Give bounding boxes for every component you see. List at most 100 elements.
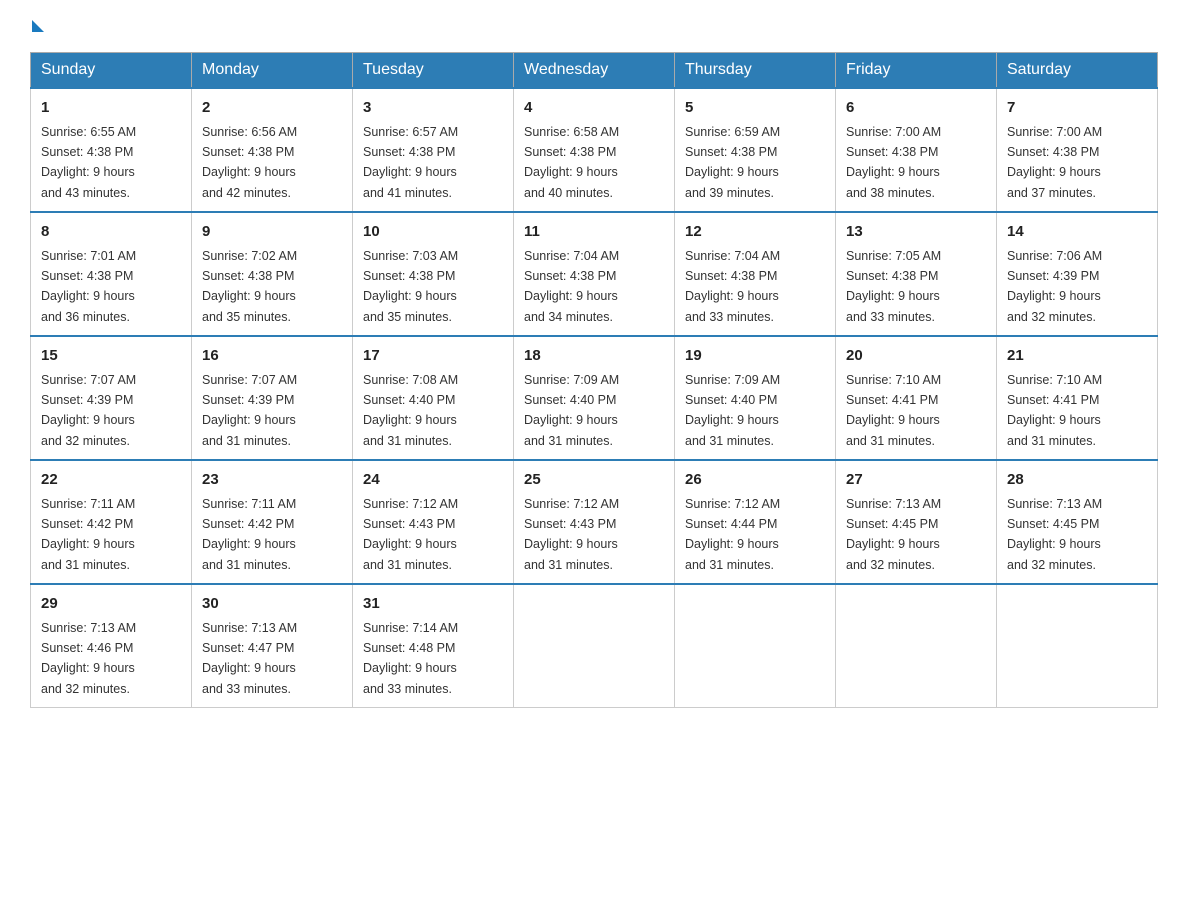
day-info: Sunrise: 7:08 AMSunset: 4:40 PMDaylight:… — [363, 373, 458, 448]
calendar-cell: 6 Sunrise: 7:00 AMSunset: 4:38 PMDayligh… — [836, 88, 997, 212]
day-number: 13 — [846, 221, 986, 244]
column-header-monday: Monday — [192, 53, 353, 89]
day-info: Sunrise: 7:07 AMSunset: 4:39 PMDaylight:… — [41, 373, 136, 448]
day-number: 16 — [202, 345, 342, 368]
calendar-cell: 5 Sunrise: 6:59 AMSunset: 4:38 PMDayligh… — [675, 88, 836, 212]
day-number: 19 — [685, 345, 825, 368]
day-info: Sunrise: 7:09 AMSunset: 4:40 PMDaylight:… — [685, 373, 780, 448]
calendar-cell: 19 Sunrise: 7:09 AMSunset: 4:40 PMDaylig… — [675, 336, 836, 460]
calendar-cell: 29 Sunrise: 7:13 AMSunset: 4:46 PMDaylig… — [31, 584, 192, 708]
week-row-1: 1 Sunrise: 6:55 AMSunset: 4:38 PMDayligh… — [31, 88, 1158, 212]
column-header-friday: Friday — [836, 53, 997, 89]
day-number: 8 — [41, 221, 181, 244]
week-row-4: 22 Sunrise: 7:11 AMSunset: 4:42 PMDaylig… — [31, 460, 1158, 584]
day-info: Sunrise: 7:07 AMSunset: 4:39 PMDaylight:… — [202, 373, 297, 448]
day-number: 17 — [363, 345, 503, 368]
day-number: 24 — [363, 469, 503, 492]
calendar-cell: 23 Sunrise: 7:11 AMSunset: 4:42 PMDaylig… — [192, 460, 353, 584]
day-info: Sunrise: 7:00 AMSunset: 4:38 PMDaylight:… — [1007, 125, 1102, 200]
calendar-cell: 8 Sunrise: 7:01 AMSunset: 4:38 PMDayligh… — [31, 212, 192, 336]
day-number: 21 — [1007, 345, 1147, 368]
day-info: Sunrise: 7:00 AMSunset: 4:38 PMDaylight:… — [846, 125, 941, 200]
day-number: 22 — [41, 469, 181, 492]
calendar-cell: 13 Sunrise: 7:05 AMSunset: 4:38 PMDaylig… — [836, 212, 997, 336]
calendar-cell: 26 Sunrise: 7:12 AMSunset: 4:44 PMDaylig… — [675, 460, 836, 584]
day-info: Sunrise: 7:11 AMSunset: 4:42 PMDaylight:… — [41, 497, 135, 572]
day-info: Sunrise: 7:13 AMSunset: 4:46 PMDaylight:… — [41, 621, 136, 696]
calendar-cell: 17 Sunrise: 7:08 AMSunset: 4:40 PMDaylig… — [353, 336, 514, 460]
column-header-wednesday: Wednesday — [514, 53, 675, 89]
day-number: 10 — [363, 221, 503, 244]
day-number: 20 — [846, 345, 986, 368]
calendar-table: SundayMondayTuesdayWednesdayThursdayFrid… — [30, 52, 1158, 708]
column-header-tuesday: Tuesday — [353, 53, 514, 89]
day-number: 3 — [363, 97, 503, 120]
day-info: Sunrise: 7:12 AMSunset: 4:43 PMDaylight:… — [524, 497, 619, 572]
day-number: 26 — [685, 469, 825, 492]
day-info: Sunrise: 7:05 AMSunset: 4:38 PMDaylight:… — [846, 249, 941, 324]
column-header-sunday: Sunday — [31, 53, 192, 89]
day-number: 6 — [846, 97, 986, 120]
day-number: 27 — [846, 469, 986, 492]
day-info: Sunrise: 7:13 AMSunset: 4:47 PMDaylight:… — [202, 621, 297, 696]
logo — [30, 20, 44, 34]
day-number: 25 — [524, 469, 664, 492]
day-info: Sunrise: 7:10 AMSunset: 4:41 PMDaylight:… — [1007, 373, 1102, 448]
calendar-cell: 21 Sunrise: 7:10 AMSunset: 4:41 PMDaylig… — [997, 336, 1158, 460]
calendar-cell: 9 Sunrise: 7:02 AMSunset: 4:38 PMDayligh… — [192, 212, 353, 336]
calendar-cell: 11 Sunrise: 7:04 AMSunset: 4:38 PMDaylig… — [514, 212, 675, 336]
day-number: 23 — [202, 469, 342, 492]
calendar-cell — [675, 584, 836, 708]
calendar-cell: 7 Sunrise: 7:00 AMSunset: 4:38 PMDayligh… — [997, 88, 1158, 212]
day-number: 5 — [685, 97, 825, 120]
calendar-cell: 30 Sunrise: 7:13 AMSunset: 4:47 PMDaylig… — [192, 584, 353, 708]
day-number: 9 — [202, 221, 342, 244]
day-number: 12 — [685, 221, 825, 244]
calendar-cell: 12 Sunrise: 7:04 AMSunset: 4:38 PMDaylig… — [675, 212, 836, 336]
calendar-cell: 28 Sunrise: 7:13 AMSunset: 4:45 PMDaylig… — [997, 460, 1158, 584]
day-number: 29 — [41, 593, 181, 616]
day-info: Sunrise: 7:04 AMSunset: 4:38 PMDaylight:… — [524, 249, 619, 324]
column-header-thursday: Thursday — [675, 53, 836, 89]
calendar-cell: 18 Sunrise: 7:09 AMSunset: 4:40 PMDaylig… — [514, 336, 675, 460]
day-info: Sunrise: 6:56 AMSunset: 4:38 PMDaylight:… — [202, 125, 297, 200]
calendar-cell — [997, 584, 1158, 708]
day-number: 18 — [524, 345, 664, 368]
calendar-cell: 31 Sunrise: 7:14 AMSunset: 4:48 PMDaylig… — [353, 584, 514, 708]
day-info: Sunrise: 7:12 AMSunset: 4:44 PMDaylight:… — [685, 497, 780, 572]
calendar-cell: 1 Sunrise: 6:55 AMSunset: 4:38 PMDayligh… — [31, 88, 192, 212]
day-info: Sunrise: 7:03 AMSunset: 4:38 PMDaylight:… — [363, 249, 458, 324]
calendar-cell: 25 Sunrise: 7:12 AMSunset: 4:43 PMDaylig… — [514, 460, 675, 584]
day-number: 1 — [41, 97, 181, 120]
day-number: 4 — [524, 97, 664, 120]
calendar-cell: 22 Sunrise: 7:11 AMSunset: 4:42 PMDaylig… — [31, 460, 192, 584]
day-info: Sunrise: 6:57 AMSunset: 4:38 PMDaylight:… — [363, 125, 458, 200]
calendar-cell: 3 Sunrise: 6:57 AMSunset: 4:38 PMDayligh… — [353, 88, 514, 212]
calendar-cell: 24 Sunrise: 7:12 AMSunset: 4:43 PMDaylig… — [353, 460, 514, 584]
calendar-cell: 16 Sunrise: 7:07 AMSunset: 4:39 PMDaylig… — [192, 336, 353, 460]
day-number: 15 — [41, 345, 181, 368]
calendar-cell — [836, 584, 997, 708]
day-info: Sunrise: 7:12 AMSunset: 4:43 PMDaylight:… — [363, 497, 458, 572]
calendar-cell: 20 Sunrise: 7:10 AMSunset: 4:41 PMDaylig… — [836, 336, 997, 460]
day-info: Sunrise: 7:10 AMSunset: 4:41 PMDaylight:… — [846, 373, 941, 448]
logo-blue-text — [30, 20, 44, 34]
calendar-header-row: SundayMondayTuesdayWednesdayThursdayFrid… — [31, 53, 1158, 89]
calendar-cell: 14 Sunrise: 7:06 AMSunset: 4:39 PMDaylig… — [997, 212, 1158, 336]
day-number: 7 — [1007, 97, 1147, 120]
day-info: Sunrise: 6:55 AMSunset: 4:38 PMDaylight:… — [41, 125, 136, 200]
calendar-cell: 2 Sunrise: 6:56 AMSunset: 4:38 PMDayligh… — [192, 88, 353, 212]
logo-triangle-icon — [32, 20, 44, 32]
week-row-2: 8 Sunrise: 7:01 AMSunset: 4:38 PMDayligh… — [31, 212, 1158, 336]
week-row-3: 15 Sunrise: 7:07 AMSunset: 4:39 PMDaylig… — [31, 336, 1158, 460]
calendar-cell: 4 Sunrise: 6:58 AMSunset: 4:38 PMDayligh… — [514, 88, 675, 212]
calendar-cell: 27 Sunrise: 7:13 AMSunset: 4:45 PMDaylig… — [836, 460, 997, 584]
calendar-cell — [514, 584, 675, 708]
calendar-cell: 15 Sunrise: 7:07 AMSunset: 4:39 PMDaylig… — [31, 336, 192, 460]
day-number: 14 — [1007, 221, 1147, 244]
day-info: Sunrise: 7:04 AMSunset: 4:38 PMDaylight:… — [685, 249, 780, 324]
day-info: Sunrise: 7:09 AMSunset: 4:40 PMDaylight:… — [524, 373, 619, 448]
day-number: 2 — [202, 97, 342, 120]
day-number: 31 — [363, 593, 503, 616]
day-info: Sunrise: 6:58 AMSunset: 4:38 PMDaylight:… — [524, 125, 619, 200]
